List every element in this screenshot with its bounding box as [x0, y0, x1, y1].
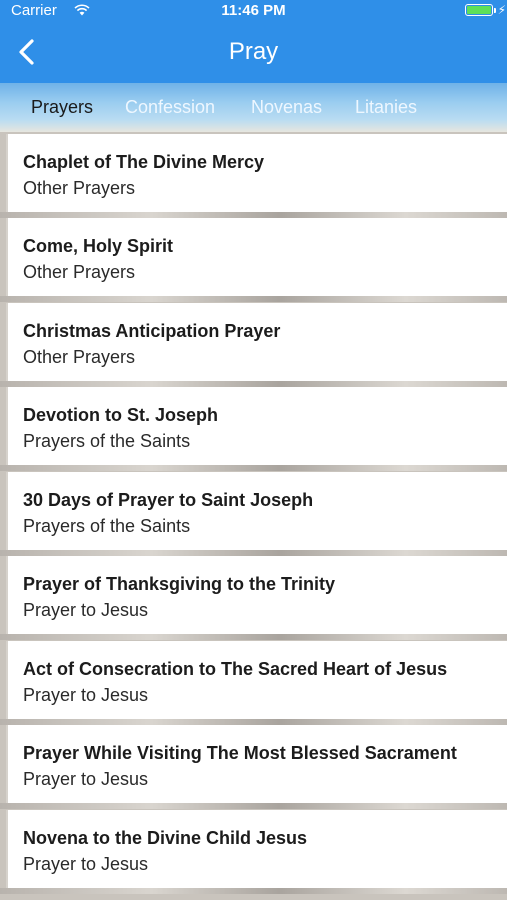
prayer-category: Prayer to Jesus [23, 854, 149, 874]
tab-confession[interactable]: Confession [125, 97, 215, 118]
list-item[interactable]: Novena to the Divine Child Jesus Prayer … [6, 810, 507, 888]
tab-novenas[interactable]: Novenas [251, 97, 322, 118]
prayer-list: Chaplet of The Divine Mercy Other Prayer… [0, 132, 507, 900]
divider [0, 634, 507, 640]
prayer-title: Christmas Anticipation Prayer [23, 321, 281, 341]
prayer-category: Prayer to Jesus [23, 685, 149, 705]
navigation-bar: Pray [0, 22, 507, 83]
divider [0, 803, 507, 809]
prayer-title: Prayer While Visiting The Most Blessed S… [23, 743, 457, 763]
list-item[interactable]: Prayer While Visiting The Most Blessed S… [6, 725, 507, 803]
list-item[interactable]: Chaplet of The Divine Mercy Other Prayer… [6, 134, 507, 212]
list-item[interactable]: Christmas Anticipation Prayer Other Pray… [6, 303, 507, 381]
prayer-title: Chaplet of The Divine Mercy [23, 152, 265, 172]
prayer-title: Novena to the Divine Child Jesus [23, 828, 308, 848]
prayer-category: Prayers of the Saints [23, 516, 191, 536]
prayer-category: Other Prayers [23, 262, 136, 282]
battery-icon [465, 4, 493, 16]
prayer-category: Prayer to Jesus [23, 769, 149, 789]
tab-litanies[interactable]: Litanies [355, 97, 417, 118]
battery-fill [467, 6, 491, 14]
prayer-title: 30 Days of Prayer to Saint Joseph [23, 490, 314, 510]
page-title: Pray [228, 38, 279, 65]
divider [0, 465, 507, 471]
divider [0, 296, 507, 302]
list-item[interactable]: Prayer of Thanksgiving to the Trinity Pr… [6, 556, 507, 634]
prayer-category: Prayers of the Saints [23, 431, 191, 451]
clock: 11:46 PM [221, 2, 286, 19]
battery-tip [494, 8, 496, 13]
category-tabs: Prayers Confession Novenas Litanies [0, 83, 507, 132]
prayer-category: Prayer to Jesus [23, 600, 149, 620]
prayer-title: Prayer of Thanksgiving to the Trinity [23, 574, 336, 594]
prayer-category: Other Prayers [23, 347, 136, 367]
prayer-title: Act of Consecration to The Sacred Heart … [23, 659, 448, 679]
tab-prayers[interactable]: Prayers [31, 97, 93, 118]
divider [0, 888, 507, 894]
status-bar: Carrier 11:46 PM ⚡ [0, 0, 507, 22]
list-item[interactable]: Devotion to St. Joseph Prayers of the Sa… [6, 387, 507, 465]
prayer-title: Devotion to St. Joseph [23, 405, 219, 425]
prayer-title: Come, Holy Spirit [23, 236, 174, 256]
list-item[interactable]: 30 Days of Prayer to Saint Joseph Prayer… [6, 472, 507, 550]
charging-icon: ⚡ [497, 3, 506, 17]
prayer-category: Other Prayers [23, 178, 136, 198]
list-item[interactable]: Act of Consecration to The Sacred Heart … [6, 641, 507, 719]
list-item[interactable]: Come, Holy Spirit Other Prayers [6, 218, 507, 296]
